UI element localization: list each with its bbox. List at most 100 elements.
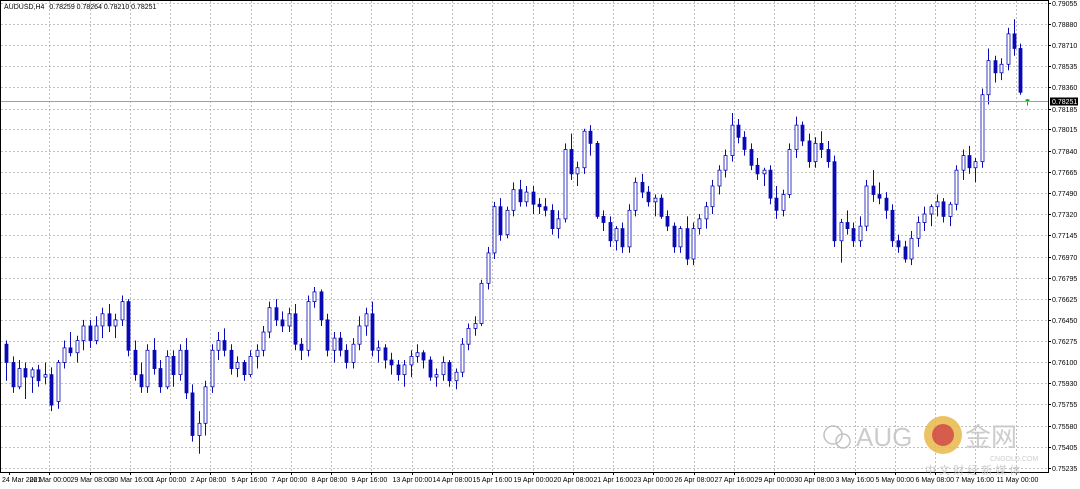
candle-body [184, 349, 189, 394]
time-tick-label: 27 Apr 16:00 [715, 477, 755, 484]
candle-body [1025, 99, 1030, 102]
price-tick-label: 0.79055 [1052, 1, 1077, 8]
time-tick-label: 5 May 00:00 [876, 477, 915, 484]
candle-body [781, 194, 786, 211]
candle-body [113, 319, 118, 327]
gold-logo-inner [932, 424, 954, 446]
candle-body [807, 140, 812, 163]
price-chart[interactable]: 0.79055 0.78880 0.78710 0.78535 0.78360 0.781… [0, 0, 1080, 489]
candle-body [1006, 33, 1011, 65]
candle-body [17, 368, 22, 388]
candle-body [505, 209, 510, 236]
candle-body [473, 323, 478, 329]
candle-body [730, 124, 735, 156]
candle-body [877, 194, 882, 199]
candle [563, 143, 568, 223]
price-tick-label: 0.76275 [1052, 339, 1077, 346]
price-tick-label: 0.76795 [1052, 276, 1077, 283]
time-tick-label: 20 Apr 08:00 [554, 477, 594, 484]
candle-body [543, 206, 548, 211]
candle-body [255, 349, 260, 357]
candle-body [633, 181, 638, 211]
candle-body [794, 124, 799, 150]
time-tick-label: 30 Apr 08:00 [795, 477, 835, 484]
candle-body [447, 362, 452, 382]
candle-body [685, 228, 690, 260]
candle-body [665, 216, 670, 227]
price-tick-label: 0.76625 [1052, 297, 1077, 304]
candle-body [980, 94, 985, 163]
candle-body [973, 161, 978, 169]
candle [787, 143, 792, 199]
candle-body [75, 340, 80, 354]
candle [691, 222, 696, 266]
candle-body [839, 222, 844, 242]
candle-body [961, 155, 966, 171]
symbol-label: AUDUSD,H4 [4, 4, 45, 11]
candle-body [851, 228, 856, 242]
watermark-brand-cn: 金网 [965, 422, 1017, 452]
candle-body [107, 313, 112, 327]
candle-body [595, 142, 600, 217]
candle [864, 179, 869, 232]
time-tick-label: 26 Apr 08:00 [675, 477, 715, 484]
candle-body [858, 225, 863, 242]
candle-body [370, 313, 375, 351]
candle-body [627, 209, 632, 248]
time-tick-label: 3 May 16:00 [836, 477, 875, 484]
time-tick-label: 7 May 16:00 [956, 477, 995, 484]
candle-body [383, 347, 388, 361]
candle [165, 350, 170, 390]
candle-body [717, 169, 722, 187]
candle-body [903, 246, 908, 260]
watermark-brand-latin: AUG [856, 422, 912, 452]
candle [659, 194, 664, 219]
candle-body [582, 130, 587, 169]
price-tick-label: 0.75930 [1052, 381, 1077, 388]
price-tick-label: 0.77665 [1052, 170, 1077, 177]
candle [492, 201, 497, 260]
candle-body [1018, 48, 1023, 93]
candle-body [498, 206, 503, 236]
candle [768, 165, 773, 205]
candle-body [389, 359, 394, 366]
candle-body [832, 161, 837, 242]
candle-body [165, 355, 170, 388]
candle-body [659, 197, 664, 217]
candle-body [518, 189, 523, 203]
candle-body [402, 364, 407, 376]
candle-body [569, 149, 574, 175]
candle-body [120, 301, 125, 321]
candle-body [30, 369, 35, 378]
candle-body [993, 60, 998, 74]
candle-body [396, 364, 401, 376]
price-tick-label: 0.77840 [1052, 149, 1077, 156]
candle-body [229, 349, 234, 369]
chart-window[interactable]: 0.79055 0.78880 0.78710 0.78535 0.78360 0.781… [0, 0, 1080, 489]
candle-body [81, 325, 86, 341]
candle-body [415, 352, 420, 357]
time-tick-label: 23 Apr 00:00 [634, 477, 674, 484]
candle [595, 140, 600, 219]
candle-body [344, 349, 349, 363]
candle-body [152, 349, 157, 369]
price-tick-label: 0.78015 [1052, 127, 1077, 134]
candle-body [171, 355, 176, 376]
price-tick-label: 0.75405 [1052, 445, 1077, 452]
candle-body [704, 206, 709, 220]
candle-body [640, 181, 645, 193]
candle-body [158, 368, 163, 388]
candle-body [11, 362, 16, 388]
time-tick-label: 13 Apr 00:00 [393, 477, 433, 484]
candle-body [133, 349, 138, 376]
candle [56, 360, 61, 409]
candle [890, 204, 895, 247]
candle-body [261, 331, 266, 351]
candle [325, 313, 330, 357]
time-tick-label: 30 Mar 16:00 [111, 477, 152, 484]
candle-body [1012, 33, 1017, 49]
time-tick-label: 29 Apr 00:00 [755, 477, 795, 484]
candle-body [43, 374, 48, 378]
price-tick-label: 0.77490 [1052, 191, 1077, 198]
candle-body [620, 228, 625, 248]
